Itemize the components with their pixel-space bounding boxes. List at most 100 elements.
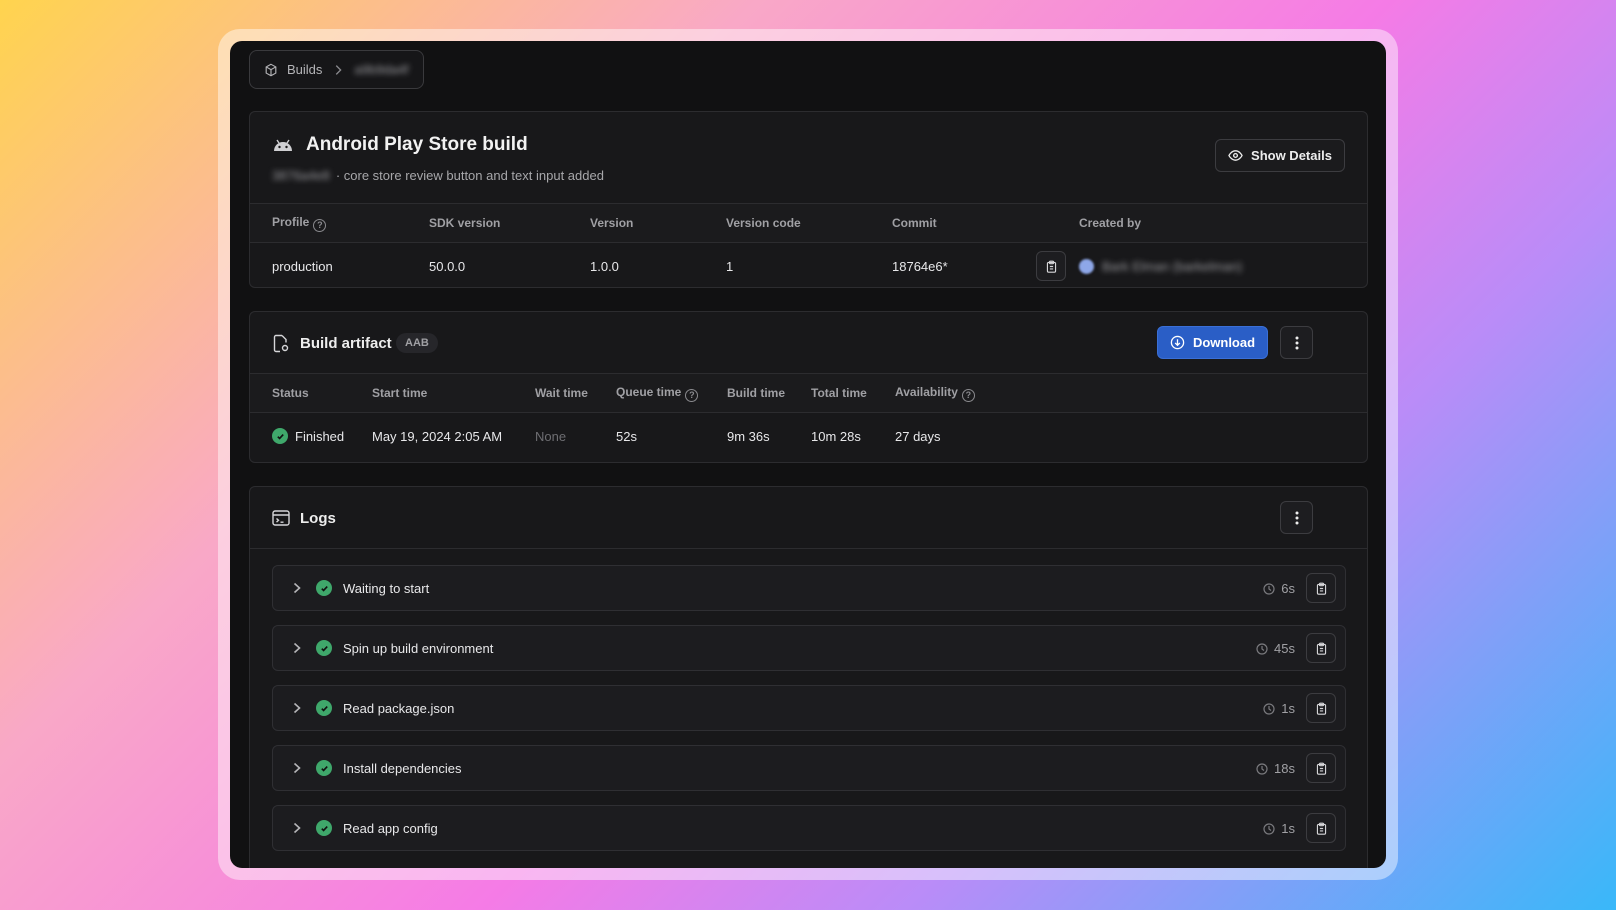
commit-hash: 3876a4e8 <box>272 168 330 183</box>
status-cell: Finished <box>272 428 344 444</box>
log-step-name: Read package.json <box>343 701 455 716</box>
check-circle-icon <box>316 640 332 656</box>
terminal-icon <box>272 510 290 526</box>
header-status: Status <box>272 386 309 400</box>
logs-card: Logs Waiting to start 6s Spin up build e… <box>249 486 1368 868</box>
clock-icon <box>1256 642 1268 655</box>
log-step-duration: 1s <box>1263 821 1295 836</box>
download-circle-icon <box>1170 335 1185 350</box>
log-step[interactable]: Waiting to start 6s <box>272 565 1346 611</box>
page-title: Android Play Store build <box>306 134 528 155</box>
artifact-type-badge: AAB <box>396 333 438 353</box>
header-total-time: Total time <box>811 386 867 400</box>
header-build-time: Build time <box>727 386 786 400</box>
info-table-row: production 50.0.0 1.0.0 1 18764e6* Bark … <box>250 243 1367 287</box>
wait-time-value: None <box>535 428 567 444</box>
build-summary-card: Android Play Store build 3876a4e8 · core… <box>249 111 1368 288</box>
header-profile: Profile? <box>272 215 327 232</box>
header-wait-time: Wait time <box>535 386 588 400</box>
clipboard-icon <box>1316 702 1326 715</box>
copy-commit-button[interactable] <box>1036 251 1066 281</box>
breadcrumb-builds-link[interactable]: Builds <box>287 62 322 77</box>
more-vertical-icon <box>1295 511 1298 524</box>
build-window: Builds a9b9da4f Android Play Store build… <box>230 41 1386 868</box>
logs-title: Logs <box>300 510 336 527</box>
breadcrumb-current: a9b9da4f <box>354 62 409 77</box>
clock-icon <box>1263 702 1275 715</box>
logs-more-button[interactable] <box>1280 501 1313 534</box>
header-version-code: Version code <box>726 216 801 230</box>
commit-message: · core store review button and text inpu… <box>335 168 604 183</box>
file-settings-icon <box>273 334 289 353</box>
chevron-right-icon <box>293 702 301 714</box>
availability-value: 27 days <box>895 428 941 444</box>
artifact-table-header: Status Start time Wait time Queue time? … <box>250 374 1367 413</box>
artifact-title: Build artifact <box>300 335 392 352</box>
clock-icon <box>1263 582 1275 595</box>
creator-name: Bark Elman (barkelman) <box>1102 258 1243 274</box>
clipboard-icon <box>1316 642 1326 655</box>
profile-value: production <box>272 258 333 274</box>
log-step[interactable]: Read package.json 1s <box>272 685 1346 731</box>
log-step-name: Waiting to start <box>343 581 430 596</box>
log-step-duration: 45s <box>1256 641 1295 656</box>
check-circle-icon <box>316 580 332 596</box>
show-details-button[interactable]: Show Details <box>1215 139 1345 172</box>
help-icon[interactable]: ? <box>961 388 975 402</box>
chevron-right-icon <box>293 642 301 654</box>
build-time-value: 9m 36s <box>727 428 770 444</box>
copy-log-button[interactable] <box>1306 813 1336 843</box>
show-details-label: Show Details <box>1251 148 1332 163</box>
header-sdk: SDK version <box>429 216 501 230</box>
clipboard-icon <box>1316 822 1326 835</box>
header-queue-time: Queue time? <box>616 385 699 402</box>
chevron-right-icon <box>336 64 342 75</box>
queue-time-value: 52s <box>616 428 637 444</box>
check-circle-icon <box>316 760 332 776</box>
breadcrumb: Builds a9b9da4f <box>249 50 424 89</box>
package-icon <box>265 63 277 76</box>
clipboard-icon <box>1316 582 1326 595</box>
copy-log-button[interactable] <box>1306 753 1336 783</box>
info-table-header: Profile? SDK version Version Version cod… <box>250 204 1367 243</box>
clipboard-icon <box>1316 762 1326 775</box>
log-step[interactable]: Read app config 1s <box>272 805 1346 851</box>
avatar <box>1079 258 1094 274</box>
copy-log-button[interactable] <box>1306 633 1336 663</box>
chevron-right-icon <box>293 762 301 774</box>
created-by[interactable]: Bark Elman (barkelman) <box>1079 258 1243 274</box>
chevron-right-icon <box>293 822 301 834</box>
build-artifact-card: Build artifact AAB Download Status Start… <box>249 311 1368 463</box>
clock-icon <box>1256 762 1268 775</box>
check-circle-icon <box>316 700 332 716</box>
help-icon[interactable]: ? <box>685 388 699 402</box>
log-step[interactable]: Spin up build environment 45s <box>272 625 1346 671</box>
check-circle-icon <box>316 820 332 836</box>
download-button[interactable]: Download <box>1157 326 1268 359</box>
header-availability: Availability? <box>895 385 975 402</box>
clipboard-icon <box>1046 260 1056 273</box>
chevron-right-icon <box>293 582 301 594</box>
start-time-value: May 19, 2024 2:05 AM <box>372 428 503 444</box>
help-icon[interactable]: ? <box>313 218 327 232</box>
status-value: Finished <box>295 428 345 444</box>
log-step[interactable]: Install dependencies 18s <box>272 745 1346 791</box>
eye-icon <box>1228 150 1243 161</box>
download-label: Download <box>1192 335 1256 350</box>
copy-log-button[interactable] <box>1306 573 1336 603</box>
commit-value: 18764e6* <box>892 258 948 274</box>
version-value: 1.0.0 <box>590 258 619 274</box>
log-step-name: Spin up build environment <box>343 641 494 656</box>
header-start-time: Start time <box>372 386 428 400</box>
log-step-duration: 18s <box>1256 761 1295 776</box>
clock-icon <box>1263 822 1275 835</box>
log-step-name: Read app config <box>343 821 438 836</box>
version-code-value: 1 <box>726 258 734 274</box>
header-commit: Commit <box>892 216 937 230</box>
copy-log-button[interactable] <box>1306 693 1336 723</box>
app-frame: Builds a9b9da4f Android Play Store build… <box>218 29 1398 880</box>
log-step-duration: 1s <box>1263 701 1295 716</box>
more-vertical-icon <box>1295 336 1298 349</box>
artifact-more-button[interactable] <box>1280 326 1313 359</box>
artifact-table-row: Finished May 19, 2024 2:05 AM None 52s 9… <box>250 413 1367 459</box>
